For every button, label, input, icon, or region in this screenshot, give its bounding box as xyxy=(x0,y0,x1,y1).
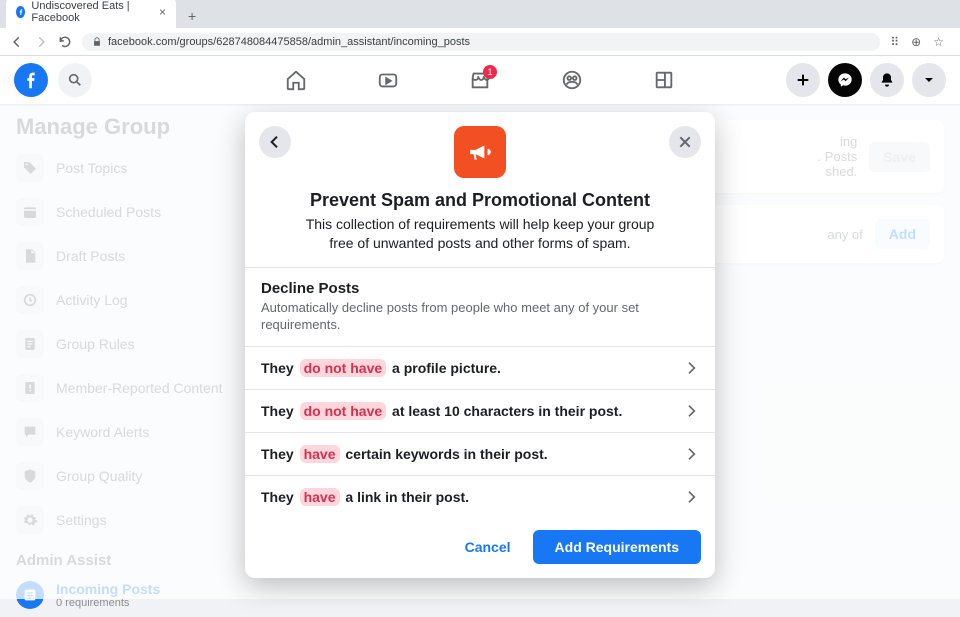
reload-icon[interactable] xyxy=(58,35,72,49)
url-text: facebook.com/groups/628748084475858/admi… xyxy=(108,36,470,48)
watch-icon[interactable] xyxy=(377,69,399,91)
back-icon[interactable] xyxy=(10,35,24,49)
gaming-icon[interactable] xyxy=(653,69,675,91)
dialog-close-button[interactable] xyxy=(669,126,701,158)
dialog-subtitle: This collection of requirements will hel… xyxy=(259,215,701,267)
account-menu-button[interactable] xyxy=(912,63,946,97)
new-tab-button[interactable]: + xyxy=(182,4,202,28)
rule-link[interactable]: They have a link in their post. xyxy=(245,475,715,518)
zoom-icon[interactable]: ⊕ xyxy=(911,35,921,49)
messenger-button[interactable] xyxy=(828,63,862,97)
forward-icon[interactable] xyxy=(34,35,48,49)
browser-chrome: Undiscovered Eats | Facebook × + faceboo… xyxy=(0,0,960,56)
search-button[interactable] xyxy=(58,63,92,97)
chevron-right-icon xyxy=(683,360,699,376)
decline-posts-heading: Decline Posts xyxy=(261,280,699,297)
dialog-title: Prevent Spam and Promotional Content xyxy=(259,190,701,211)
rule-keywords[interactable]: They have certain keywords in their post… xyxy=(245,432,715,475)
browser-tab[interactable]: Undiscovered Eats | Facebook × xyxy=(6,0,176,28)
marketplace-badge: 1 xyxy=(483,65,497,79)
chevron-right-icon xyxy=(683,489,699,505)
notifications-button[interactable] xyxy=(870,63,904,97)
home-icon[interactable] xyxy=(285,69,307,91)
tab-close-icon[interactable]: × xyxy=(159,5,166,19)
facebook-header: 1 xyxy=(0,56,960,104)
rule-min-characters[interactable]: They do not have at least 10 characters … xyxy=(245,389,715,432)
megaphone-icon xyxy=(454,126,506,178)
facebook-logo[interactable] xyxy=(14,63,48,97)
prevent-spam-dialog: Prevent Spam and Promotional Content Thi… xyxy=(245,112,715,578)
chevron-right-icon xyxy=(683,446,699,462)
rule-profile-picture[interactable]: They do not have a profile picture. xyxy=(245,346,715,389)
chevron-right-icon xyxy=(683,403,699,419)
add-requirements-button[interactable]: Add Requirements xyxy=(533,530,701,564)
dialog-back-button[interactable] xyxy=(259,126,291,158)
translate-icon[interactable]: ⠿ xyxy=(890,35,899,49)
modal-overlay: Prevent Spam and Promotional Content Thi… xyxy=(0,56,960,599)
lock-icon xyxy=(92,37,102,47)
groups-icon[interactable] xyxy=(561,69,583,91)
cancel-button[interactable]: Cancel xyxy=(451,530,525,564)
star-icon[interactable]: ☆ xyxy=(933,35,944,49)
address-bar[interactable]: facebook.com/groups/628748084475858/admi… xyxy=(82,33,880,51)
facebook-favicon xyxy=(16,6,25,18)
create-button[interactable] xyxy=(786,63,820,97)
tab-title: Undiscovered Eats | Facebook xyxy=(31,0,149,24)
marketplace-icon[interactable]: 1 xyxy=(469,69,491,91)
decline-posts-desc: Automatically decline posts from people … xyxy=(261,299,699,334)
